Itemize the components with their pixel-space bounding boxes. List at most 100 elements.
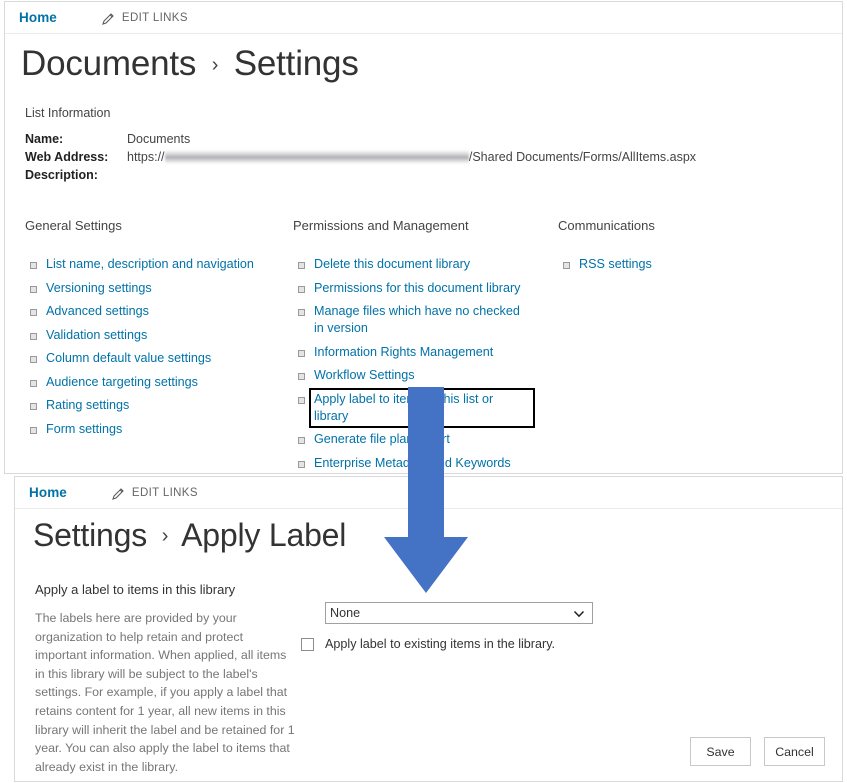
- bullet-square-icon: [30, 309, 37, 316]
- column-heading-communications: Communications: [558, 218, 826, 233]
- pencil-icon: [101, 12, 115, 26]
- page-title-separator: ›: [156, 525, 174, 548]
- info-row-name: Name: Documents: [25, 132, 842, 146]
- settings-link-information-rights-management[interactable]: Information Rights Management: [314, 344, 493, 361]
- bullet-square-icon: [298, 309, 305, 316]
- communications-list: RSS settings: [558, 256, 826, 273]
- settings-link-permissions-for-this-document-library[interactable]: Permissions for this document library: [314, 280, 520, 297]
- page-title-parent: Settings: [33, 517, 147, 553]
- suite-links-bar: Home EDIT LINKS: [5, 2, 842, 34]
- info-label-description: Description:: [25, 168, 127, 182]
- home-link[interactable]: Home: [19, 10, 57, 25]
- save-button[interactable]: Save: [690, 737, 751, 766]
- pencil-icon: [111, 487, 125, 501]
- settings-link-workflow-settings[interactable]: Workflow Settings: [314, 367, 415, 384]
- page-title: Settings › Apply Label: [15, 509, 842, 554]
- settings-link-validation-settings[interactable]: Validation settings: [46, 327, 147, 344]
- list-information: List Information Name: Documents Web Add…: [5, 84, 842, 182]
- bullet-square-icon: [298, 262, 305, 269]
- label-select[interactable]: None: [325, 602, 593, 624]
- list-item[interactable]: Audience targeting settings: [25, 374, 293, 391]
- info-value-name: Documents: [127, 132, 190, 146]
- info-row-web-address: Web Address: https://contoso-redacted.sh…: [25, 150, 842, 164]
- bullet-square-icon: [30, 286, 37, 293]
- list-item[interactable]: Advanced settings: [25, 303, 293, 320]
- bullet-square-icon: [563, 262, 570, 269]
- list-item[interactable]: Permissions for this document library: [293, 280, 558, 297]
- apply-label-description-column: Apply a label to items in this library T…: [35, 582, 325, 776]
- settings-link-apply-label-to-items[interactable]: Apply label to items in this list or lib…: [312, 391, 532, 425]
- bullet-square-icon: [298, 373, 305, 380]
- list-item[interactable]: Workflow Settings: [293, 367, 558, 384]
- web-address-suffix: /Shared Documents/Forms/AllItems.aspx: [469, 150, 696, 164]
- bullet-square-icon: [298, 461, 305, 468]
- apply-label-footer: Save Cancel: [690, 737, 825, 766]
- column-heading-permissions-management: Permissions and Management: [293, 218, 558, 233]
- settings-link-list-name-description-navigation[interactable]: List name, description and navigation: [46, 256, 254, 273]
- list-item[interactable]: Column default value settings: [25, 350, 293, 367]
- list-item[interactable]: Versioning settings: [25, 280, 293, 297]
- info-row-description: Description:: [25, 168, 842, 182]
- general-settings-list: List name, description and navigation Ve…: [25, 256, 293, 438]
- list-item[interactable]: Rating settings: [25, 397, 293, 414]
- list-item[interactable]: Generate file plan report: [293, 431, 558, 448]
- settings-link-generate-file-plan-report[interactable]: Generate file plan report: [314, 431, 450, 448]
- settings-link-form-settings[interactable]: Form settings: [46, 421, 122, 438]
- permissions-management-list: Delete this document library Permissions…: [293, 256, 558, 474]
- settings-columns: General Settings List name, description …: [5, 186, 842, 474]
- list-item[interactable]: Validation settings: [25, 327, 293, 344]
- list-item[interactable]: List name, description and navigation: [25, 256, 293, 273]
- edit-links-button[interactable]: EDIT LINKS: [111, 486, 198, 500]
- settings-link-advanced-settings[interactable]: Advanced settings: [46, 303, 149, 320]
- cancel-button[interactable]: Cancel: [764, 737, 825, 766]
- column-heading-general: General Settings: [25, 218, 293, 233]
- settings-link-enterprise-metadata-keywords-settings[interactable]: Enterprise Metadata and Keywords Setting…: [314, 455, 530, 475]
- settings-link-column-default-value-settings[interactable]: Column default value settings: [46, 350, 211, 367]
- home-link[interactable]: Home: [29, 485, 67, 500]
- apply-existing-items-row[interactable]: Apply label to existing items in the lib…: [301, 637, 842, 651]
- apply-label-description: The labels here are provided by your org…: [35, 609, 297, 776]
- apply-label-section-title: Apply a label to items in this library: [35, 582, 325, 597]
- settings-column-communications: Communications RSS settings: [558, 218, 826, 474]
- bullet-square-icon: [30, 262, 37, 269]
- apply-existing-items-checkbox[interactable]: [301, 638, 314, 651]
- edit-links-label: EDIT LINKS: [132, 487, 198, 499]
- web-address-redacted: contoso-redacted.sharepoint.com/Sales-an…: [165, 150, 469, 164]
- bullet-square-icon: [298, 350, 305, 357]
- bullet-square-icon: [30, 380, 37, 387]
- settings-column-permissions-management: Permissions and Management Delete this d…: [293, 218, 558, 474]
- page-title-parent: Documents: [21, 44, 196, 83]
- edit-links-button[interactable]: EDIT LINKS: [101, 11, 188, 25]
- settings-link-versioning-settings[interactable]: Versioning settings: [46, 280, 152, 297]
- list-item[interactable]: Form settings: [25, 421, 293, 438]
- library-settings-screenshot: Home EDIT LINKS Documents › Settings Lis…: [4, 1, 843, 474]
- info-value-web-address: https://contoso-redacted.sharepoint.com/…: [127, 150, 696, 164]
- bullet-square-icon: [30, 356, 37, 363]
- apply-existing-items-label: Apply label to existing items in the lib…: [325, 637, 555, 651]
- edit-links-label: EDIT LINKS: [122, 12, 188, 24]
- list-item[interactable]: Information Rights Management: [293, 344, 558, 361]
- settings-link-delete-this-document-library[interactable]: Delete this document library: [314, 256, 470, 273]
- page-title-separator: ›: [206, 54, 224, 77]
- list-information-heading: List Information: [25, 106, 842, 120]
- list-item[interactable]: Apply label to items in this list or lib…: [293, 391, 558, 425]
- list-item[interactable]: Manage files which have no checked in ve…: [293, 303, 558, 337]
- settings-link-audience-targeting-settings[interactable]: Audience targeting settings: [46, 374, 198, 391]
- bullet-square-icon: [30, 403, 37, 410]
- settings-link-rating-settings[interactable]: Rating settings: [46, 397, 129, 414]
- page-title: Documents › Settings: [5, 34, 842, 84]
- list-item[interactable]: Delete this document library: [293, 256, 558, 273]
- bullet-square-icon: [30, 333, 37, 340]
- bullet-square-icon: [298, 286, 305, 293]
- settings-link-rss-settings[interactable]: RSS settings: [579, 256, 652, 273]
- bullet-square-icon: [298, 437, 305, 444]
- list-item[interactable]: Enterprise Metadata and Keywords Setting…: [293, 455, 558, 475]
- web-address-prefix: https://: [127, 150, 165, 164]
- settings-link-manage-files-no-checked-in-version[interactable]: Manage files which have no checked in ve…: [314, 303, 530, 337]
- list-item[interactable]: RSS settings: [558, 256, 826, 273]
- label-select-wrapper: None: [325, 602, 593, 624]
- apply-label-screenshot: Home EDIT LINKS Settings › Apply Label A…: [14, 476, 843, 782]
- page-title-current: Settings: [234, 44, 359, 83]
- info-label-name: Name:: [25, 132, 127, 146]
- suite-links-bar: Home EDIT LINKS: [15, 477, 842, 509]
